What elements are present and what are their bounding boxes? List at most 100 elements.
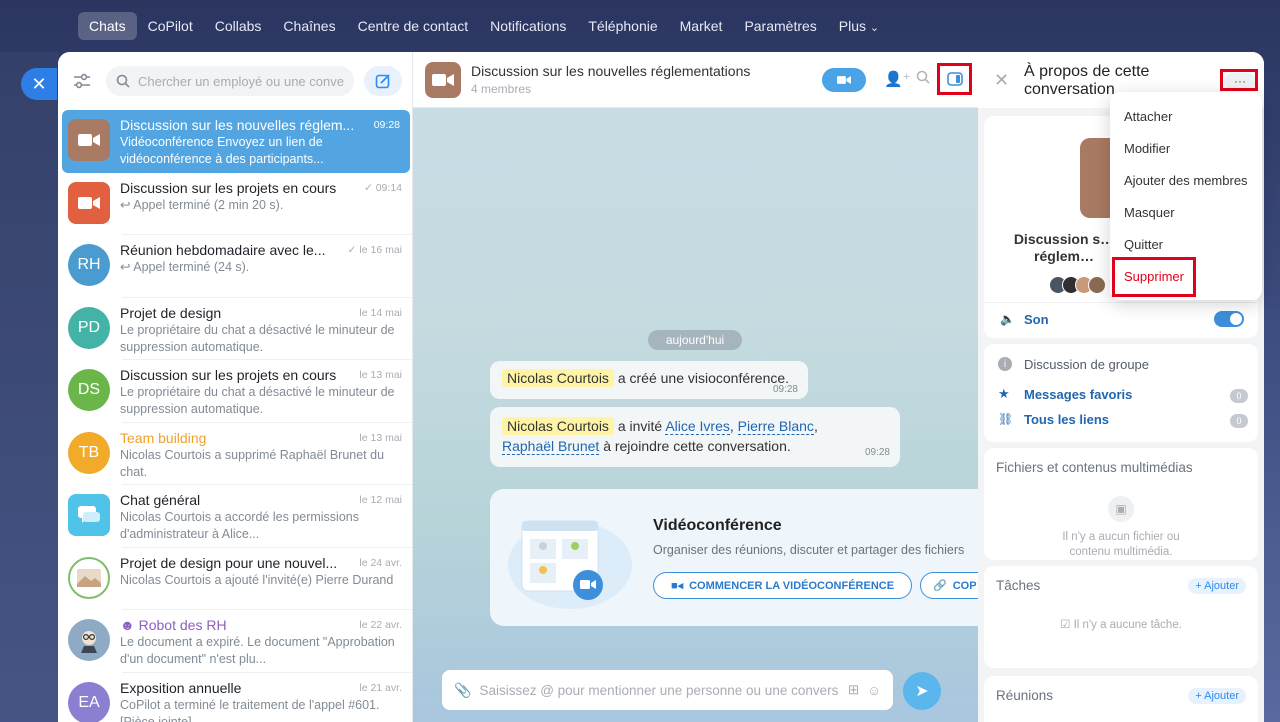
date-divider: aujourd'hui (648, 330, 742, 350)
video-call-button[interactable] (822, 68, 866, 92)
start-videoconference-button[interactable]: ■◂ COMMENCER LA VIDÉOCONFÉRENCE (653, 572, 912, 599)
send-button[interactable]: ➤ (903, 672, 941, 710)
user-link[interactable]: Alice Ivres (665, 418, 730, 435)
chat-details-card: i Discussion de groupe ★ Messages favori… (984, 344, 1258, 442)
filter-icon[interactable] (68, 67, 96, 95)
attach-icon[interactable]: 📎 (454, 682, 471, 699)
bot-icon: ☻ (120, 617, 135, 633)
new-chat-button[interactable] (364, 66, 402, 96)
emoji-icon[interactable]: ☺ (867, 683, 881, 698)
chat-item-date: le 21 avr. (359, 681, 402, 694)
chat-item-title: Projet de design pour une nouvel... (120, 554, 338, 571)
chat-item-date: le 16 mai (359, 244, 402, 256)
add-task-button[interactable]: + Ajouter (1188, 578, 1246, 594)
chat-item-weekly[interactable]: RH Réunion hebdomadaire avec le... ✓ le 1… (58, 235, 412, 298)
apps-icon[interactable]: ⊞ (848, 682, 859, 698)
highlight-frame (1220, 69, 1258, 91)
system-message: Nicolas Courtois a créé une visioconfére… (490, 361, 808, 399)
close-messenger-button[interactable]: ✕ (21, 68, 57, 100)
message-input[interactable]: 📎 Saisissez @ pour mentionner une person… (442, 670, 893, 710)
nav-channels[interactable]: Chaînes (272, 12, 346, 40)
sound-toggle[interactable] (1214, 311, 1244, 327)
search-icon (116, 74, 130, 88)
chat-item-projects-2[interactable]: DS Discussion sur les projets en cours le… (58, 360, 412, 423)
chat-item-design-new[interactable]: Projet de design pour une nouvel... le 24… (58, 548, 412, 610)
nav-contact-center[interactable]: Centre de contact (347, 12, 480, 40)
chat-list-panel: Chercher un employé ou une conve Discuss… (58, 52, 413, 722)
system-message: Nicolas Courtois a invité Alice Ivres, P… (490, 407, 900, 467)
chat-item-hr-robot[interactable]: ☻ Robot des RH le 22 avr. Le document a e… (58, 610, 412, 673)
avatar: EA (68, 681, 110, 722)
chat-item-preview: Nicolas Courtois a accordé les permissio… (120, 510, 359, 541)
chat-item-projects[interactable]: Discussion sur les projets en cours ✓ 09:… (58, 173, 412, 235)
nav-more-label: Plus (838, 18, 867, 34)
nav-copilot[interactable]: CoPilot (137, 12, 204, 40)
nav-market[interactable]: Market (669, 12, 734, 40)
chat-item-team-building[interactable]: TB Team building le 13 mai Nicolas Courto… (58, 423, 412, 485)
chat-icon (68, 494, 110, 536)
author-name[interactable]: Nicolas Courtois (502, 417, 614, 435)
author-name[interactable]: Nicolas Courtois (502, 369, 614, 387)
comma: , (729, 418, 734, 434)
nav-notifications[interactable]: Notifications (479, 12, 577, 40)
chat-item-title: Exposition annuelle (120, 679, 242, 696)
chat-item-general[interactable]: Chat général le 12 mai Nicolas Courtois a… (58, 485, 412, 548)
check-icon: ✓ (363, 181, 373, 194)
star-icon: ★ (998, 386, 1010, 401)
user-link[interactable]: Pierre Blanc (737, 418, 814, 435)
add-meeting-button[interactable]: + Ajouter (1188, 688, 1246, 704)
nav-settings[interactable]: Paramètres (733, 12, 827, 40)
chat-item-date: le 12 mai (359, 494, 402, 506)
avatar: PD (68, 306, 110, 349)
compose-icon (375, 74, 390, 89)
link-icon: 🔗 (933, 580, 947, 592)
chat-item-regulations[interactable]: Discussion sur les nouvelles réglem... 09… (62, 110, 410, 173)
add-user-icon[interactable]: 👤⁺ (884, 70, 911, 88)
chat-list-header: Chercher un employé ou une conve (58, 52, 412, 110)
menu-item-leave[interactable]: Quitter (1124, 237, 1163, 252)
chat-members[interactable]: 4 membres (471, 82, 750, 96)
send-icon: ➤ (915, 683, 929, 700)
nav-collabs[interactable]: Collabs (204, 12, 273, 40)
check-icon: ✓ (347, 244, 357, 256)
chat-item-preview: Le propriétaire du chat a désactivé le m… (120, 322, 395, 354)
video-icon (68, 181, 110, 224)
links-link[interactable]: Tous les liens (1024, 412, 1109, 427)
sound-label: Son (1024, 312, 1049, 327)
chat-item-title: Discussion sur les projets en cours (120, 367, 337, 383)
nav-telephony[interactable]: Téléphonie (577, 12, 668, 40)
avatar: TB (68, 431, 110, 474)
menu-item-edit[interactable]: Modifier (1124, 141, 1170, 156)
chat-item-preview: Vidéoconférence Envoyez un lien de vidéo… (120, 135, 324, 166)
tasks-card: Tâches + Ajouter ☑ Il n'y a aucune tâche… (984, 566, 1258, 668)
chat-item-design[interactable]: PD Projet de design le 14 mai Le propriét… (58, 298, 412, 360)
videoconference-card: Vidéoconférence Organiser des réunions, … (490, 489, 1000, 626)
close-icon[interactable]: ✕ (994, 70, 1009, 91)
nav-chats[interactable]: Chats (78, 12, 137, 40)
highlight-frame (1112, 257, 1196, 297)
search-icon[interactable] (916, 70, 930, 88)
chat-item-date: le 24 avr. (359, 556, 402, 569)
chat-title[interactable]: Discussion sur les nouvelles réglementat… (471, 63, 750, 79)
avatar: DS (68, 369, 110, 411)
files-empty: Il n'y a aucun fichier ou contenu multim… (1062, 531, 1180, 558)
more-options-menu: Attacher Modifier Ajouter des membres Ma… (1110, 92, 1262, 300)
user-link[interactable]: Raphaël Brunet (502, 438, 600, 455)
nav-more[interactable]: Plus ⌄ (828, 12, 890, 40)
group-type: Discussion de groupe (1024, 357, 1150, 372)
chat-item-exhibition[interactable]: EA Exposition annuelle le 21 avr. CoPilot… (58, 673, 412, 722)
chat-item-title: Discussion sur les projets en cours (120, 179, 337, 196)
menu-item-attach[interactable]: Attacher (1124, 109, 1172, 124)
chat-item-title: Projet de design (120, 304, 222, 321)
chat-item-preview: Nicolas Courtois a ajouté l'invité(e) Pi… (120, 572, 394, 587)
message-text: a créé une visioconférence. (617, 370, 790, 386)
chat-item-preview: CoPilot a terminé le traitement de l'app… (120, 697, 380, 722)
chat-item-preview: Nicolas Courtois a supprimé Raphaël Brun… (120, 447, 385, 479)
link-icon: ⛓ (998, 412, 1014, 426)
menu-item-add-members[interactable]: Ajouter des membres (1124, 173, 1248, 188)
favorites-link[interactable]: Messages favoris (1024, 387, 1132, 402)
search-input[interactable]: Chercher un employé ou une conve (106, 66, 354, 96)
comma: , (813, 418, 818, 434)
chat-panel: Discussion sur les nouvelles réglementat… (413, 52, 1000, 722)
menu-item-hide[interactable]: Masquer (1124, 205, 1175, 220)
